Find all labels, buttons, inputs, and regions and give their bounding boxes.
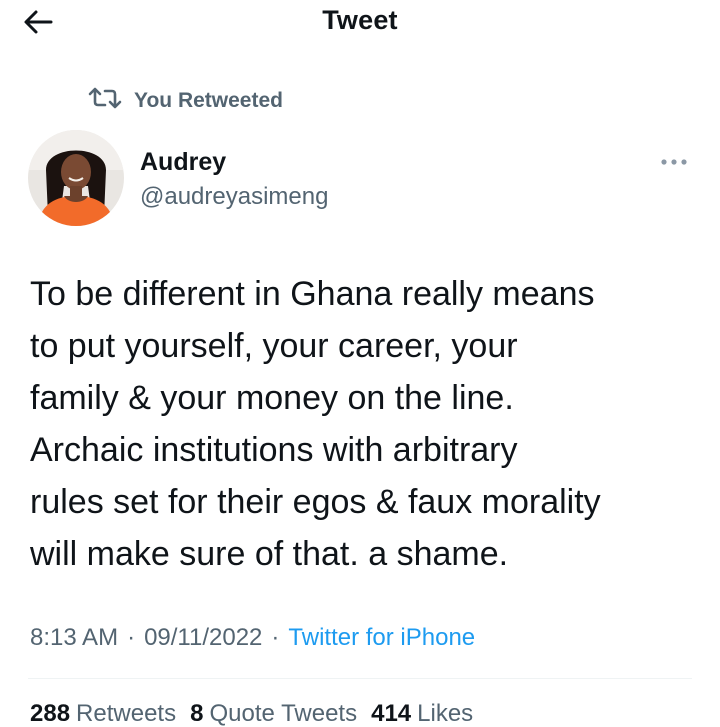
tweet-text: To be different in Ghana really means to…	[30, 268, 700, 580]
divider	[28, 678, 692, 679]
tweet-detail-page: Tweet You Retweeted Audrey @audreyasimen…	[0, 0, 720, 727]
tweet-time[interactable]: 8:13 AM	[30, 624, 118, 652]
retweet-icon	[88, 87, 122, 115]
retweet-context: You Retweeted	[88, 86, 283, 116]
tweet-metadata: 8:13 AM · 09/11/2022 · Twitter for iPhon…	[30, 618, 475, 658]
page-title: Tweet	[322, 5, 398, 35]
header: Tweet	[0, 0, 720, 50]
more-options-button[interactable]	[654, 150, 694, 174]
likes-count: 414	[371, 700, 412, 727]
tweet-text-line: To be different in Ghana really means	[30, 275, 595, 313]
retweets-label: Retweets	[76, 700, 177, 727]
retweets-stat[interactable]: 288 Retweets	[30, 700, 176, 727]
tweet-text-line: to put yourself, your career, your	[30, 327, 518, 365]
tweet-text-line: rules set for their egos & faux morality	[30, 483, 601, 521]
tweet-source-link[interactable]: Twitter for iPhone	[288, 624, 475, 652]
tweet-date[interactable]: 09/11/2022	[144, 624, 262, 652]
avatar[interactable]	[28, 130, 124, 226]
retweet-context-label: You Retweeted	[134, 89, 283, 112]
author-display-name[interactable]: Audrey	[140, 148, 226, 177]
tweet-text-line: will make sure of that. a shame.	[30, 535, 509, 573]
tweet-text-line: Archaic institutions with arbitrary	[30, 431, 518, 469]
quote-tweets-stat[interactable]: 8 Quote Tweets	[190, 700, 357, 727]
quote-tweets-label: Quote Tweets	[209, 700, 358, 727]
engagement-stats: 288 Retweets 8 Quote Tweets 414 Likes	[30, 696, 473, 727]
retweets-count: 288	[30, 700, 71, 727]
author-handle[interactable]: @audreyasimeng	[140, 183, 328, 211]
more-horizontal-icon	[660, 153, 688, 171]
meta-separator: ·	[127, 624, 136, 651]
tweet-text-line: family & your money on the line.	[30, 379, 514, 417]
meta-separator: ·	[271, 624, 280, 651]
quote-tweets-count: 8	[190, 700, 204, 727]
likes-label: Likes	[417, 700, 474, 727]
likes-stat[interactable]: 414 Likes	[371, 700, 473, 727]
